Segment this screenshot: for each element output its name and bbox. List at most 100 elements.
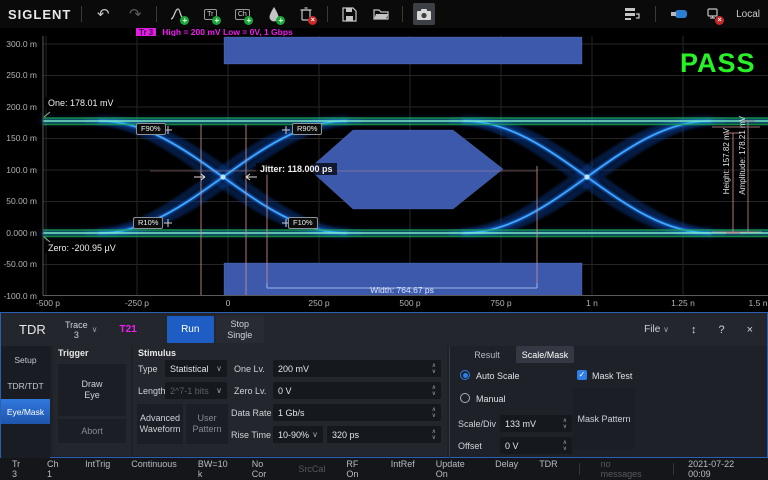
- x-tick-label: 1.25 n: [653, 298, 713, 308]
- chevron-down-icon: ∨: [216, 386, 222, 395]
- plus-badge-icon: +: [276, 16, 285, 25]
- amplitude-measurement-label: Amplitude: 178.21 mV: [738, 116, 747, 195]
- rise-time-input[interactable]: 320 ps ∧∨: [327, 426, 441, 443]
- tdr-control-panel: TDR Trace 3 ∨ T21 Run Stop Single File ∨…: [0, 312, 768, 458]
- layout-link-icon[interactable]: [621, 3, 643, 25]
- resize-panel-icon[interactable]: ↕: [691, 324, 697, 336]
- r10-marker-tag[interactable]: R10%: [133, 217, 163, 229]
- status-messages: no messages: [601, 459, 653, 479]
- panel-title: TDR: [19, 322, 65, 337]
- data-rate-input[interactable]: 1 Gb/s ∧∨: [273, 404, 441, 421]
- stimulus-group-title: Stimulus: [138, 348, 176, 358]
- zero-level-input[interactable]: 0 V ∧∨: [273, 382, 441, 399]
- divider: [579, 463, 580, 475]
- x-tick-label: 250 p: [289, 298, 349, 308]
- trace-name-label: T21: [120, 324, 137, 335]
- x-tick-label: -500 p: [18, 298, 78, 308]
- x-tick-label: 1.5 n: [728, 298, 768, 308]
- sidebar-tab[interactable]: TDR/TDT: [1, 373, 50, 398]
- oscilloscope-screen: SIGLENT ↶ ↷ + Tr + Ch + + ×: [0, 0, 768, 480]
- run-button[interactable]: Run: [167, 316, 214, 343]
- mask-test-checkbox[interactable]: ✓: [577, 370, 587, 380]
- length-dropdown[interactable]: 2^7-1 bits∨: [165, 382, 227, 399]
- spinner-icon[interactable]: ∧∨: [432, 407, 436, 419]
- close-panel-icon[interactable]: ×: [747, 324, 753, 336]
- stop-single-button[interactable]: Stop Single: [216, 316, 264, 343]
- rise-time-range-dropdown[interactable]: 10-90%∨: [273, 426, 323, 443]
- scale-mask-section: Result Scale/Mask Auto Scale Manual Scal…: [449, 346, 768, 458]
- one-level-input[interactable]: 200 mV ∧∨: [273, 360, 441, 377]
- help-icon[interactable]: ?: [718, 324, 724, 336]
- delete-icon[interactable]: ×: [295, 3, 317, 25]
- abort-button[interactable]: Abort: [58, 419, 126, 443]
- add-waveform-icon[interactable]: +: [167, 3, 189, 25]
- offset-label: Offset: [458, 441, 482, 451]
- status-datetime: 2021-07-22 00:09: [688, 459, 756, 479]
- divider: [655, 6, 656, 22]
- status-item: IntTrig: [85, 459, 110, 479]
- width-measurement-label: Width: 764.67 ps: [267, 285, 537, 295]
- f90-marker-tag[interactable]: F90%: [136, 123, 166, 135]
- status-bar: Tr 3Ch 1IntTrigContinuousBW=10 kNo Cor S…: [0, 458, 768, 480]
- panel-body: SetupTDR/TDTEye/Mask Trigger Draw Eye Ab…: [1, 346, 767, 458]
- tab-result[interactable]: Result: [458, 346, 516, 363]
- y-tick-label: 250.0 m: [0, 70, 40, 80]
- chevron-down-icon: ∨: [92, 325, 98, 334]
- y-tick-label: 200.0 m: [0, 102, 40, 112]
- eye-diagram-canvas: [0, 36, 768, 296]
- user-pattern-button[interactable]: User Pattern: [186, 404, 228, 444]
- panel-sidebar-tabs: SetupTDR/TDTEye/Mask: [1, 346, 50, 458]
- spinner-icon[interactable]: ∧∨: [563, 440, 567, 452]
- open-file-icon[interactable]: [370, 3, 392, 25]
- lan-disconnected-icon[interactable]: ×: [702, 3, 724, 25]
- spinner-icon[interactable]: ∧∨: [432, 363, 436, 375]
- one-level-label: One: 178.01 mV: [44, 97, 118, 109]
- type-label: Type: [138, 364, 158, 374]
- local-mode-label[interactable]: Local: [736, 9, 760, 20]
- status-item: Continuous: [131, 459, 177, 479]
- status-item-srccal: SrcCal: [298, 464, 325, 474]
- file-menu[interactable]: File ∨: [644, 324, 669, 335]
- y-tick-label: 50.00 m: [0, 196, 40, 206]
- divider: [81, 6, 82, 22]
- eye-diagram-plot[interactable]: 300.0 m250.0 m200.0 m150.0 m100.0 m50.00…: [0, 36, 768, 312]
- jitter-label: Jitter: 118.000 ps: [256, 163, 337, 175]
- sidebar-tab[interactable]: Setup: [1, 347, 50, 372]
- type-dropdown[interactable]: Statistical∨: [165, 360, 227, 377]
- add-channel-icon[interactable]: Ch +: [231, 3, 253, 25]
- r90-marker-tag[interactable]: R90%: [292, 123, 322, 135]
- spinner-icon[interactable]: ∧∨: [563, 418, 567, 430]
- advanced-waveform-button[interactable]: Advanced Waveform: [137, 404, 183, 444]
- add-trace-icon[interactable]: Tr +: [199, 3, 221, 25]
- height-measurement-label: Height: 157.82 mV: [722, 128, 731, 194]
- usb-device-icon[interactable]: [668, 3, 690, 25]
- y-tick-label: 0.000 m: [0, 228, 40, 238]
- plus-badge-icon: +: [244, 16, 253, 25]
- offset-input[interactable]: 0 V ∧∨: [500, 437, 572, 454]
- x-tick-label: 750 p: [471, 298, 531, 308]
- manual-radio[interactable]: [460, 393, 470, 403]
- plus-badge-icon: +: [212, 16, 221, 25]
- scale-div-input[interactable]: 133 mV ∧∨: [500, 415, 572, 432]
- sidebar-tab[interactable]: Eye/Mask: [1, 399, 50, 424]
- status-item: Delay: [495, 459, 518, 479]
- trace-selector[interactable]: Trace 3 ∨: [65, 320, 98, 340]
- spinner-icon[interactable]: ∧∨: [432, 429, 436, 441]
- draw-eye-button[interactable]: Draw Eye: [58, 364, 126, 416]
- redo-icon[interactable]: ↷: [124, 3, 146, 25]
- mask-pattern-button[interactable]: Mask Pattern: [573, 388, 635, 450]
- plus-badge-icon: +: [180, 16, 189, 25]
- spinner-icon[interactable]: ∧∨: [432, 385, 436, 397]
- auto-scale-label: Auto Scale: [476, 371, 520, 381]
- auto-scale-radio[interactable]: [460, 370, 470, 380]
- save-icon[interactable]: [338, 3, 360, 25]
- add-marker-icon[interactable]: +: [263, 3, 285, 25]
- undo-icon[interactable]: ↶: [92, 3, 114, 25]
- tab-scale-mask[interactable]: Scale/Mask: [516, 346, 574, 363]
- data-rate-label: Data Rate: [231, 408, 272, 418]
- screenshot-camera-icon[interactable]: [413, 3, 435, 25]
- status-item: Ch 1: [47, 459, 64, 479]
- divider: [673, 463, 674, 475]
- f10-marker-tag[interactable]: F10%: [288, 217, 318, 229]
- scale-div-label: Scale/Div: [458, 419, 496, 429]
